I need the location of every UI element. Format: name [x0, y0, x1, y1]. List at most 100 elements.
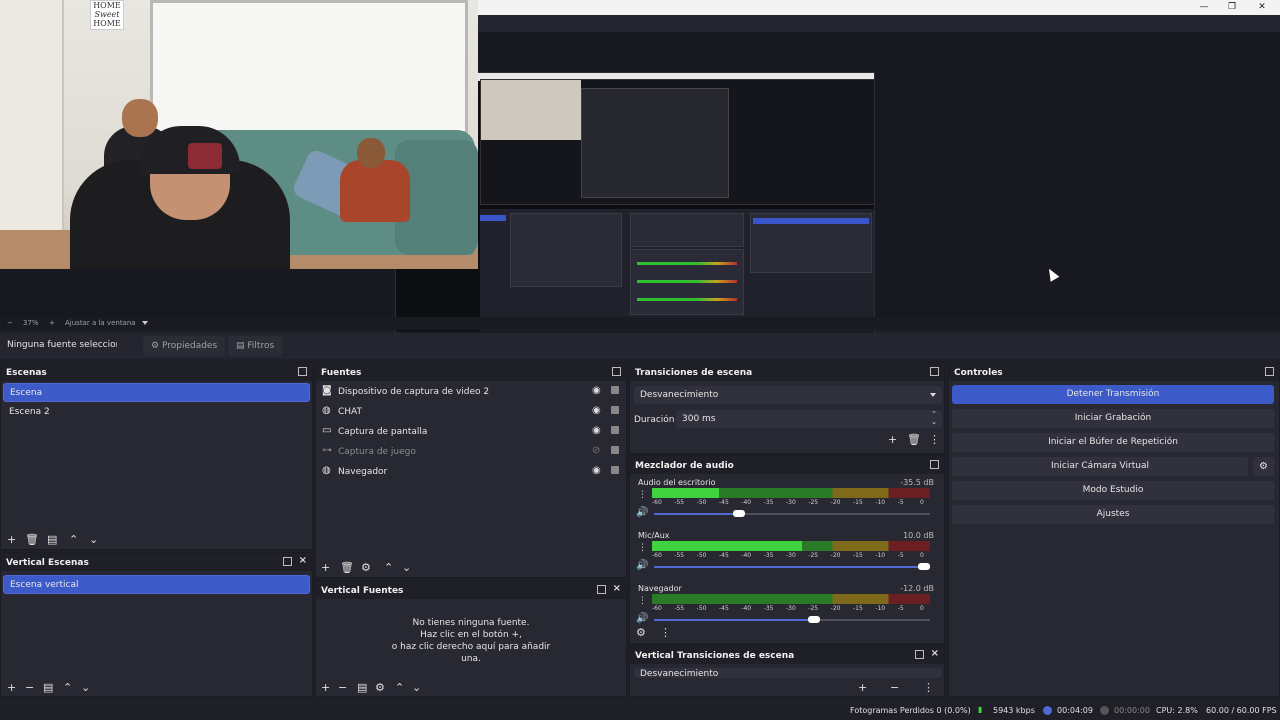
nested-transitions-panel [630, 213, 744, 247]
spinner-icon[interactable]: ⌃ ⌄ [931, 410, 937, 426]
undock-icon[interactable] [597, 585, 606, 594]
remove-icon[interactable]: − [338, 681, 347, 695]
virtual-camera-settings-gear-icon[interactable]: ⚙ [1253, 457, 1274, 476]
source-item[interactable]: ◙ Dispositivo de captura de video 2 ◉ [316, 382, 626, 401]
arrow-down-icon[interactable]: ⌄ [402, 561, 411, 575]
source-item[interactable]: ⊶ Captura de juego ⊘ [316, 442, 626, 461]
speaker-icon[interactable]: 🔊 [636, 613, 648, 624]
lock-icon[interactable] [611, 426, 619, 434]
vertical-transition-select[interactable]: Desvanecimiento [634, 668, 942, 678]
nested-meter [637, 262, 737, 265]
arrow-up-icon[interactable]: ⌃ [384, 561, 393, 575]
meter-ticks: -60 -55 -50 -45 -40 -35 -30 -25 -20 -15 -10 -5 0 [652, 499, 930, 507]
gear-icon[interactable]: ⚙ [361, 561, 371, 575]
more-options-icon[interactable]: ⋮ [929, 433, 940, 447]
add-icon[interactable]: + [7, 533, 16, 547]
filter-icon[interactable]: ▤ [47, 533, 57, 547]
stop-streaming-button[interactable]: Detener Transmisión [952, 385, 1274, 404]
add-icon[interactable]: + [888, 433, 897, 447]
undock-icon[interactable] [930, 460, 939, 469]
nested-scene-selected [480, 215, 506, 221]
remove-icon[interactable]: − [25, 681, 34, 695]
chevron-down-icon[interactable] [142, 321, 148, 325]
lock-icon[interactable] [611, 386, 619, 394]
source-label: CHAT [338, 407, 363, 417]
vertical-scene-item[interactable]: Escena vertical [3, 575, 310, 594]
vertical-sources-title: Vertical Fuentes [316, 581, 626, 599]
add-icon[interactable]: + [7, 681, 16, 695]
gear-icon[interactable]: ⚙ [636, 626, 646, 640]
speaker-icon[interactable]: 🔊 [636, 560, 648, 571]
minimize-button[interactable]: — [1197, 1, 1211, 13]
eye-icon[interactable]: ◉ [592, 385, 601, 396]
close-icon[interactable]: × [299, 555, 307, 566]
start-recording-button[interactable]: Iniciar Grabación [952, 409, 1274, 428]
start-replay-buffer-button[interactable]: Iniciar el Búfer de Repetición [952, 433, 1274, 452]
close-icon[interactable]: × [931, 648, 939, 659]
scene-item[interactable]: Escena 2 [3, 403, 310, 422]
lock-icon[interactable] [611, 466, 619, 474]
volume-knob[interactable] [807, 616, 820, 623]
gear-icon[interactable]: ⚙ [375, 681, 385, 695]
more-options-icon[interactable]: ⋮ [638, 543, 647, 553]
arrow-down-icon[interactable]: ⌄ [89, 533, 98, 547]
trash-icon[interactable]: 🗑 [907, 433, 921, 447]
undock-icon[interactable] [915, 650, 924, 659]
add-icon[interactable]: + [858, 681, 867, 695]
undock-icon[interactable] [298, 367, 307, 376]
properties-button[interactable]: ⚙ Propiedades [143, 336, 226, 356]
close-window-button[interactable]: ✕ [1255, 1, 1269, 13]
undock-icon[interactable] [612, 367, 621, 376]
filter-icon[interactable]: ▤ [43, 681, 53, 695]
more-options-icon[interactable]: ⋮ [660, 626, 671, 640]
trash-icon[interactable]: 🗑 [25, 533, 39, 547]
filters-button[interactable]: ▤ Filtros [228, 336, 283, 356]
zoom-level: 37% [23, 319, 39, 327]
volume-knob[interactable] [918, 563, 930, 570]
eye-icon[interactable]: ◉ [592, 425, 601, 436]
duration-input[interactable]: 300 ms ⌃ ⌄ [676, 410, 942, 428]
transition-select[interactable]: Desvanecimiento [634, 386, 942, 404]
more-options-icon[interactable]: ⋮ [923, 681, 934, 695]
settings-button[interactable]: Ajustes [952, 505, 1274, 524]
studio-mode-button[interactable]: Modo Estudio [952, 481, 1274, 500]
eye-hidden-icon[interactable]: ⊘ [592, 445, 600, 456]
volume-slider[interactable] [654, 616, 930, 623]
start-virtual-camera-button[interactable]: Iniciar Cámara Virtual [952, 457, 1248, 476]
trash-icon[interactable]: 🗑 [340, 561, 354, 575]
undock-icon[interactable] [283, 557, 292, 566]
volume-slider[interactable] [654, 563, 930, 570]
arrow-up-icon[interactable]: ⌃ [63, 681, 72, 695]
empty-line: Haz clic en el botón +, [420, 630, 522, 640]
volume-knob[interactable] [733, 510, 746, 517]
streaming-icon [1043, 706, 1052, 715]
source-item[interactable]: ◍ CHAT ◉ [316, 402, 626, 421]
add-icon[interactable]: + [321, 681, 330, 695]
speaker-icon[interactable]: 🔊 [636, 507, 648, 518]
source-item[interactable]: ▭ Captura de pantalla ◉ [316, 422, 626, 441]
arrow-up-icon[interactable]: ⌃ [69, 533, 78, 547]
more-options-icon[interactable]: ⋮ [638, 490, 647, 500]
lock-icon[interactable] [611, 446, 619, 454]
arrow-up-icon[interactable]: ⌃ [395, 681, 404, 695]
arrow-down-icon[interactable]: ⌄ [81, 681, 90, 695]
eye-icon[interactable]: ◉ [592, 465, 601, 476]
add-icon[interactable]: + [321, 561, 330, 575]
filter-icon[interactable]: ▤ [357, 681, 367, 695]
zoom-in-button[interactable]: + [49, 319, 55, 327]
maximize-button[interactable]: ❐ [1225, 1, 1239, 13]
eye-icon[interactable]: ◉ [592, 405, 601, 416]
scene-item[interactable]: Escena [3, 383, 310, 402]
meter-tick-label: -45 [719, 605, 729, 612]
camera-icon: ◙ [322, 385, 332, 396]
remove-icon[interactable]: − [890, 681, 899, 695]
arrow-down-icon[interactable]: ⌄ [412, 681, 421, 695]
volume-slider[interactable] [654, 510, 930, 517]
source-item[interactable]: ◍ Navegador ◉ [316, 462, 626, 481]
zoom-out-button[interactable]: − [7, 319, 13, 327]
lock-icon[interactable] [611, 406, 619, 414]
more-options-icon[interactable]: ⋮ [638, 596, 647, 606]
undock-icon[interactable] [1265, 367, 1274, 376]
undock-icon[interactable] [930, 367, 939, 376]
close-icon[interactable]: × [613, 583, 621, 594]
